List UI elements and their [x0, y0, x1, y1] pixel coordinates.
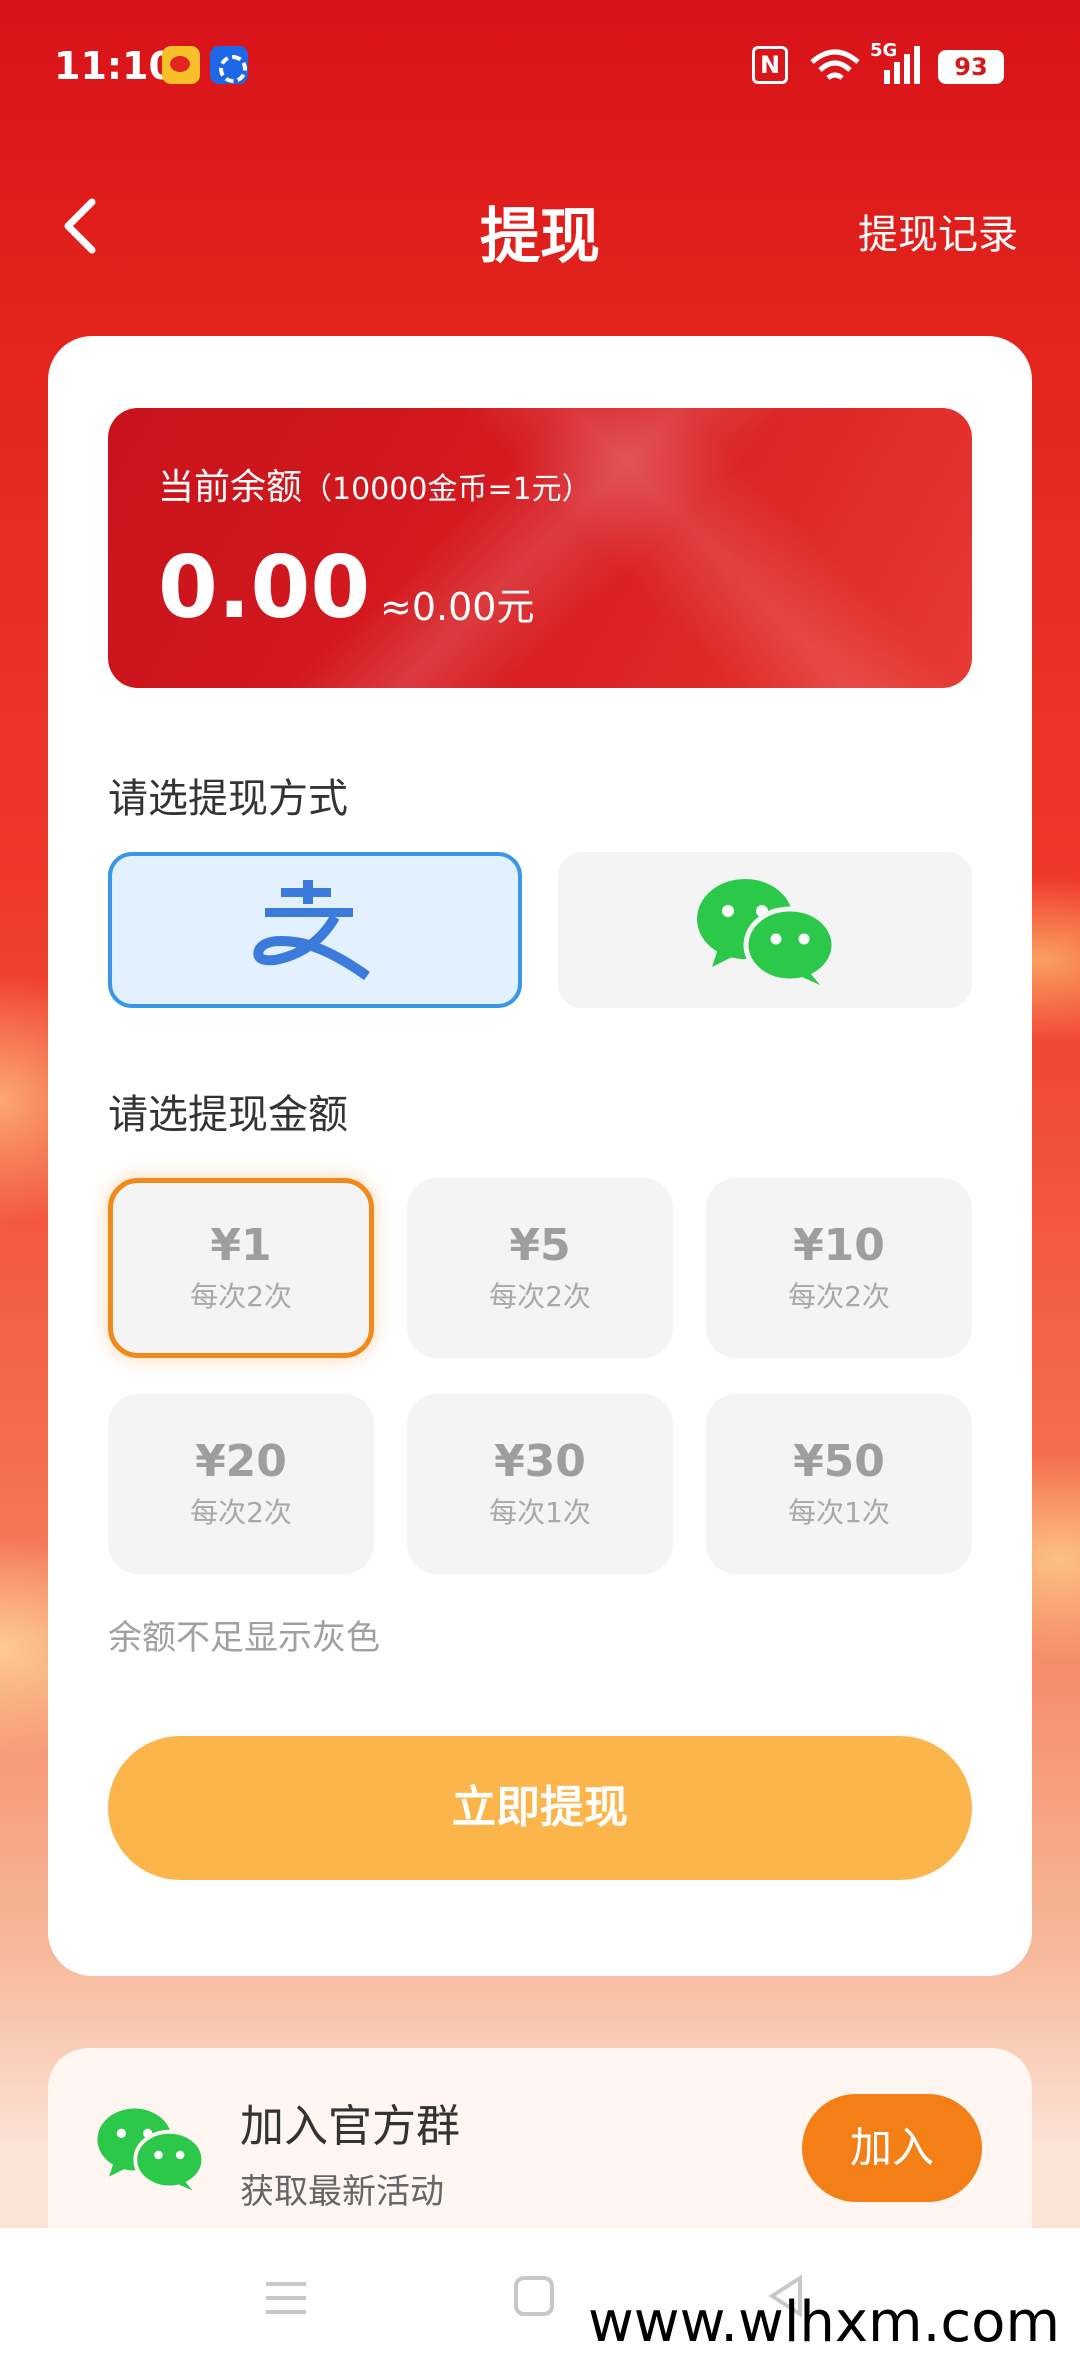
group-title: 加入官方群	[240, 2101, 460, 2152]
amount-value: ¥1	[210, 1220, 272, 1271]
amount-option[interactable]: ¥10 每次2次	[706, 1178, 972, 1358]
official-group-card: 加入官方群 获取最新活动 加入	[48, 2048, 1032, 2248]
watermark-text: www.wlhxm.com	[587, 2290, 1060, 2355]
home-icon[interactable]	[514, 2276, 554, 2316]
amount-option[interactable]: ¥30 每次1次	[407, 1394, 673, 1574]
wifi-icon	[810, 49, 860, 80]
exchange-rate-hint: （10000金币=1元）	[302, 472, 592, 507]
amount-value: ¥20	[195, 1436, 287, 1487]
balance-label-row: 当前余额（10000金币=1元）	[158, 458, 592, 510]
amount-option[interactable]: ¥50 每次1次	[706, 1394, 972, 1574]
amount-option[interactable]: ¥5 每次2次	[407, 1178, 673, 1358]
alipay-option[interactable]	[108, 852, 522, 1008]
group-subtitle: 获取最新活动	[240, 2172, 444, 2212]
balance-label: 当前余额	[158, 467, 303, 508]
amount-limit: 每次2次	[190, 1280, 292, 1313]
wechat-pay-option[interactable]	[558, 852, 972, 1008]
battery-indicator: 93	[938, 50, 1004, 84]
withdraw-record-link[interactable]: 提现记录	[858, 202, 1018, 260]
balance-panel: 当前余额（10000金币=1元） 0.00 ≈0.00元	[108, 408, 972, 688]
menu-icon[interactable]	[264, 2278, 308, 2318]
balance-amount: 0.00	[158, 538, 371, 638]
status-bar: 11:10 N 5G 93	[0, 0, 1080, 130]
nfc-icon: N	[752, 46, 788, 84]
payment-method-title: 请选提现方式	[108, 776, 348, 822]
balance-approx-yuan: ≈0.00元	[380, 585, 535, 629]
wechat-icon	[697, 879, 837, 985]
join-group-button[interactable]: 加入	[802, 2094, 982, 2202]
withdraw-card: 当前余额（10000金币=1元） 0.00 ≈0.00元 请选提现方式 请选提现…	[48, 336, 1032, 1976]
signal-icon	[884, 46, 920, 84]
status-time: 11:10	[54, 44, 175, 88]
amount-limit: 每次2次	[788, 1280, 890, 1313]
wechat-icon	[97, 2108, 206, 2191]
insufficient-balance-note: 余额不足显示灰色	[108, 1618, 380, 1658]
amount-limit: 每次1次	[489, 1496, 591, 1529]
weibo-icon	[162, 46, 200, 84]
fan-app-icon	[210, 46, 248, 84]
amount-limit: 每次2次	[489, 1280, 591, 1313]
amount-limit: 每次1次	[788, 1496, 890, 1529]
amount-value: ¥5	[509, 1220, 571, 1271]
amount-option[interactable]: ¥20 每次2次	[108, 1394, 374, 1574]
amount-value: ¥50	[793, 1436, 885, 1487]
amount-value: ¥10	[793, 1220, 885, 1271]
amount-section-title: 请选提现金额	[108, 1092, 348, 1138]
withdraw-now-button[interactable]: 立即提现	[108, 1736, 972, 1880]
amount-limit: 每次2次	[190, 1496, 292, 1529]
amount-value: ¥30	[494, 1436, 586, 1487]
amount-option[interactable]: ¥1 每次2次	[108, 1178, 374, 1358]
alipay-icon	[253, 880, 370, 980]
